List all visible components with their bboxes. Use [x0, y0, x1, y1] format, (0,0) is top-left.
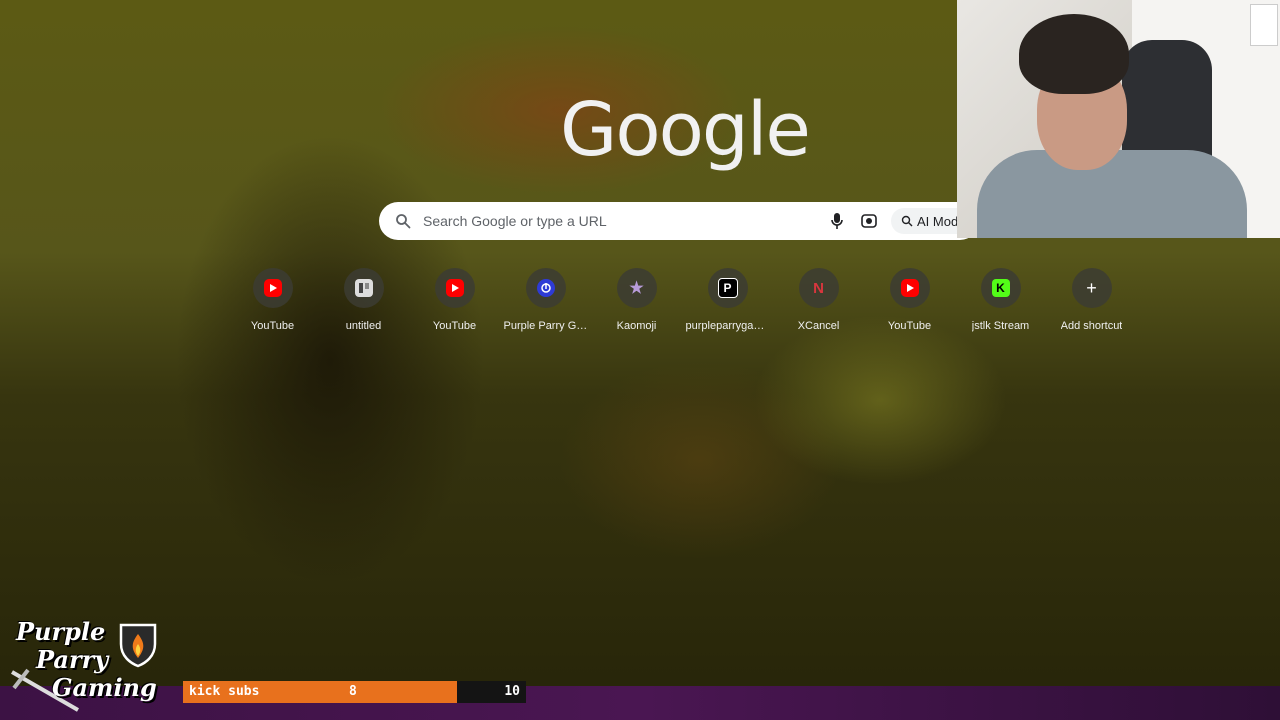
youtube-icon [445, 279, 464, 297]
shortcut-untitled[interactable]: untitled [318, 268, 409, 332]
lens-search-button[interactable] [859, 211, 879, 231]
p-icon: P [717, 278, 738, 298]
shortcuts-grid: YouTube untitled YouTube Purple Parry Ga… [227, 268, 1137, 332]
shortcut-tile [434, 268, 475, 308]
shortcut-kaomoji[interactable]: ★ Kaomoji [591, 268, 682, 332]
kaomoji-icon: ★ [629, 280, 644, 297]
shortcut-youtube-3[interactable]: YouTube [864, 268, 955, 332]
microphone-icon [831, 213, 843, 229]
youtube-icon [263, 279, 282, 297]
subs-goal: 10 [504, 684, 520, 699]
shortcut-tile [252, 268, 293, 308]
webcam-person-hair [1019, 14, 1129, 94]
voice-search-button[interactable] [827, 211, 847, 231]
shortcut-add[interactable]: + Add shortcut [1046, 268, 1137, 332]
search-box[interactable]: AI Mode [379, 202, 979, 240]
kick-icon: K [991, 279, 1010, 297]
purple-parry-gaming-logo: Purple Parry Gaming [8, 617, 158, 712]
plus-icon: + [1086, 277, 1097, 298]
search-icon [396, 214, 411, 229]
shortcut-tile: N [798, 268, 839, 308]
shortcut-label: YouTube [432, 320, 477, 332]
shortcut-label: untitled [345, 320, 382, 332]
shortcut-youtube[interactable]: YouTube [227, 268, 318, 332]
shortcut-tile: P [707, 268, 748, 308]
brand-line-3: Gaming [52, 673, 157, 702]
shortcut-label: YouTube [887, 320, 932, 332]
brand-line-2: Parry [36, 645, 109, 674]
shortcut-label: Purple Parry Ga... [503, 320, 588, 332]
youtube-icon [900, 279, 919, 297]
shortcut-purple-parry[interactable]: Purple Parry Ga... [500, 268, 591, 332]
webcam-overlay [957, 0, 1280, 238]
brand-line-1: Purple [16, 617, 106, 646]
camera-lens-icon [861, 214, 877, 228]
shortcut-label: purpleparrygam... [685, 320, 770, 332]
n-icon: N [813, 279, 824, 297]
sparkle-search-icon [901, 215, 913, 227]
purple-parry-icon [536, 279, 555, 297]
shortcut-tile: + [1071, 268, 1112, 308]
shortcut-label: jstlk Stream [971, 320, 1030, 332]
kick-subs-goal-bar: kick subs 8 10 [183, 681, 526, 703]
document-icon [354, 279, 373, 297]
shortcut-tile: ★ [616, 268, 657, 308]
subs-label: kick subs [189, 684, 260, 699]
shortcut-tile: K [980, 268, 1021, 308]
webcam-person-body [977, 150, 1247, 238]
search-input[interactable] [421, 212, 815, 230]
shortcut-label: Kaomoji [616, 320, 657, 332]
shortcut-label: YouTube [250, 320, 295, 332]
shortcut-purpleparrygaming[interactable]: P purpleparrygam... [682, 268, 773, 332]
shortcut-jstlk-stream[interactable]: K jstlk Stream [955, 268, 1046, 332]
shortcut-tile [889, 268, 930, 308]
shortcut-label: XCancel [797, 320, 840, 332]
webcam-wall-frame [1250, 4, 1278, 46]
shortcut-youtube-2[interactable]: YouTube [409, 268, 500, 332]
shortcut-tile [525, 268, 566, 308]
shortcut-xcancel[interactable]: N XCancel [773, 268, 864, 332]
shield-flame-icon [119, 623, 157, 668]
shortcut-label: Add shortcut [1060, 320, 1123, 332]
subs-current: 8 [349, 684, 357, 699]
shortcut-tile [343, 268, 384, 308]
google-logo: Google [560, 87, 811, 173]
